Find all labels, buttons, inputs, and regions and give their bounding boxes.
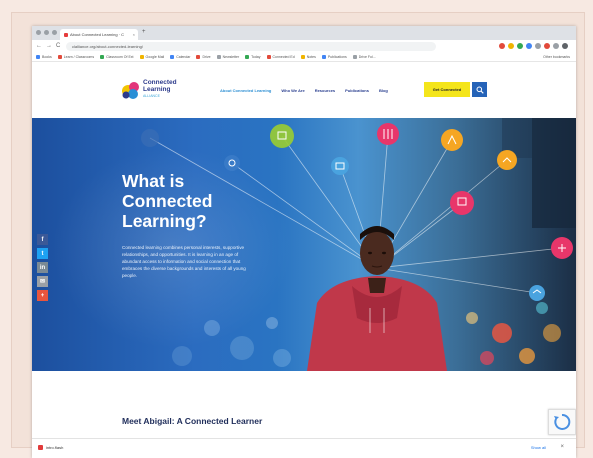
- bookmark-icon: [100, 55, 105, 59]
- bookmark-item[interactable]: Drive Fol...: [352, 55, 376, 59]
- bookmark-item[interactable]: Notes: [300, 55, 316, 59]
- nav-item-blog[interactable]: Blog: [379, 88, 388, 93]
- bookmark-icon: [196, 55, 201, 59]
- main-nav: About Connected Learning Who We Are Resour…: [220, 88, 388, 93]
- get-connected-button[interactable]: Get Connected: [424, 82, 470, 97]
- social-share-bar: f t in ✉ +: [37, 234, 48, 301]
- hero-description: Connected learning combines personal int…: [122, 245, 246, 278]
- extension-icon[interactable]: [517, 43, 523, 49]
- forward-icon[interactable]: →: [46, 43, 52, 49]
- facebook-icon[interactable]: f: [37, 234, 48, 245]
- twitter-icon[interactable]: t: [37, 248, 48, 259]
- bookmark-label: Drive Fol...: [358, 55, 376, 59]
- bookmark-icon: [216, 55, 221, 59]
- section-heading: Meet Abigail: A Connected Learner: [122, 416, 263, 426]
- bookmark-label: Connected Ed: [272, 55, 295, 59]
- maximize-window-dot[interactable]: [52, 30, 57, 35]
- logo-text: Connected Learning: [143, 79, 177, 93]
- window-controls[interactable]: [36, 30, 57, 35]
- share-icon[interactable]: in: [37, 262, 48, 273]
- tab-title: About Connected Learning · C: [70, 32, 125, 37]
- logo-mark-icon: [122, 82, 139, 99]
- close-download-bar-icon[interactable]: ×: [560, 444, 564, 450]
- nav-item-who-we-are[interactable]: Who We Are: [281, 88, 304, 93]
- extension-icons: [499, 43, 568, 49]
- download-item[interactable]: intro.flash: [38, 445, 63, 450]
- site-header: Connected Learning ALLIANCE About Connect…: [32, 63, 576, 118]
- bookmark-label: Classroom Of Ext: [106, 55, 134, 59]
- bookmark-item[interactable]: Learn / Classrooms: [57, 55, 95, 59]
- recaptcha-icon: [554, 413, 571, 430]
- favicon-icon: [64, 32, 68, 37]
- minimize-window-dot[interactable]: [44, 30, 49, 35]
- site-logo[interactable]: Connected Learning ALLIANCE: [120, 78, 190, 104]
- more-share-icon[interactable]: +: [37, 290, 48, 301]
- download-bar: intro.flash Show all ×: [32, 438, 576, 458]
- show-all-downloads[interactable]: Show all: [531, 445, 546, 450]
- menu-icon[interactable]: [562, 43, 568, 49]
- bookmark-label: Newsletter: [222, 55, 240, 59]
- bookmark-label: Today: [251, 55, 261, 59]
- nav-controls: ← → C: [36, 43, 60, 49]
- search-icon: [476, 86, 484, 94]
- other-bookmarks[interactable]: Other bookmarks: [543, 55, 576, 59]
- close-window-dot[interactable]: [36, 30, 41, 35]
- bookmark-label: Books: [42, 55, 52, 59]
- bookmark-item[interactable]: Calendar: [170, 55, 190, 59]
- hero-section: f t in ✉ + What is Connected Learning? Conne…: [32, 118, 576, 371]
- nav-item-publications[interactable]: Publications: [345, 88, 369, 93]
- browser-tab[interactable]: About Connected Learning · C ×: [60, 29, 138, 40]
- bookmark-icon: [170, 55, 175, 59]
- bookmark-item[interactable]: Books: [36, 55, 52, 59]
- hero-title: What is Connected Learning?: [122, 171, 213, 231]
- extension-icon[interactable]: [544, 43, 550, 49]
- bookmark-icon: [57, 55, 62, 59]
- bookmark-label: Notes: [306, 55, 316, 59]
- bookmark-icon: [300, 55, 305, 59]
- hero-illustration: [52, 118, 576, 371]
- recaptcha-badge[interactable]: [548, 409, 576, 435]
- bookmark-label: Drive: [202, 55, 211, 59]
- bookmark-item[interactable]: Publications: [321, 55, 347, 59]
- bookmark-icon: [321, 55, 326, 59]
- bookmark-icon: [352, 55, 357, 59]
- email-icon[interactable]: ✉: [37, 276, 48, 287]
- back-icon[interactable]: ←: [36, 43, 42, 49]
- browser-window: About Connected Learning · C × + ← → C c…: [32, 26, 576, 458]
- bookmark-item[interactable]: Today: [245, 55, 261, 59]
- bookmark-item[interactable]: Drive: [196, 55, 211, 59]
- address-bar-row: ← → C clalliance.org/about-connected-lea…: [32, 40, 576, 54]
- nav-item-resources[interactable]: Resources: [315, 88, 335, 93]
- bookmark-icon: [266, 55, 271, 59]
- tab-strip: About Connected Learning · C × +: [32, 26, 576, 40]
- extension-icon[interactable]: [499, 43, 505, 49]
- extension-icon[interactable]: [535, 43, 541, 49]
- reload-icon[interactable]: C: [56, 43, 60, 49]
- download-filename: intro.flash: [46, 445, 64, 450]
- url-input[interactable]: clalliance.org/about-connected-learning/: [66, 42, 436, 51]
- bookmark-icon: [245, 55, 250, 59]
- profile-icon[interactable]: [553, 43, 559, 49]
- new-tab-button[interactable]: +: [142, 29, 146, 35]
- bookmark-label: Publications: [327, 55, 347, 59]
- file-icon: [38, 445, 43, 450]
- bookmark-label: Learn / Classrooms: [63, 55, 95, 59]
- extension-icon[interactable]: [508, 43, 514, 49]
- tab-close-icon[interactable]: ×: [133, 32, 135, 37]
- bookmark-icon: [139, 55, 144, 59]
- bookmarks-bar: Books Learn / Classrooms Classroom Of Ext G…: [32, 53, 576, 62]
- extension-icon[interactable]: [526, 43, 532, 49]
- bookmark-label: Google Mail: [145, 55, 165, 59]
- bookmark-label: Calendar: [176, 55, 191, 59]
- bookmark-item[interactable]: Connected Ed: [266, 55, 295, 59]
- search-button[interactable]: [472, 82, 487, 97]
- bookmark-item[interactable]: Newsletter: [216, 55, 240, 59]
- bookmark-item[interactable]: Google Mail: [139, 55, 165, 59]
- person-figure: [307, 226, 447, 371]
- nav-item-about-connected-learning[interactable]: About Connected Learning: [220, 88, 271, 93]
- logo-subtitle: ALLIANCE: [143, 94, 160, 98]
- bookmark-icon: [36, 55, 40, 59]
- bookmark-item[interactable]: Classroom Of Ext: [100, 55, 134, 59]
